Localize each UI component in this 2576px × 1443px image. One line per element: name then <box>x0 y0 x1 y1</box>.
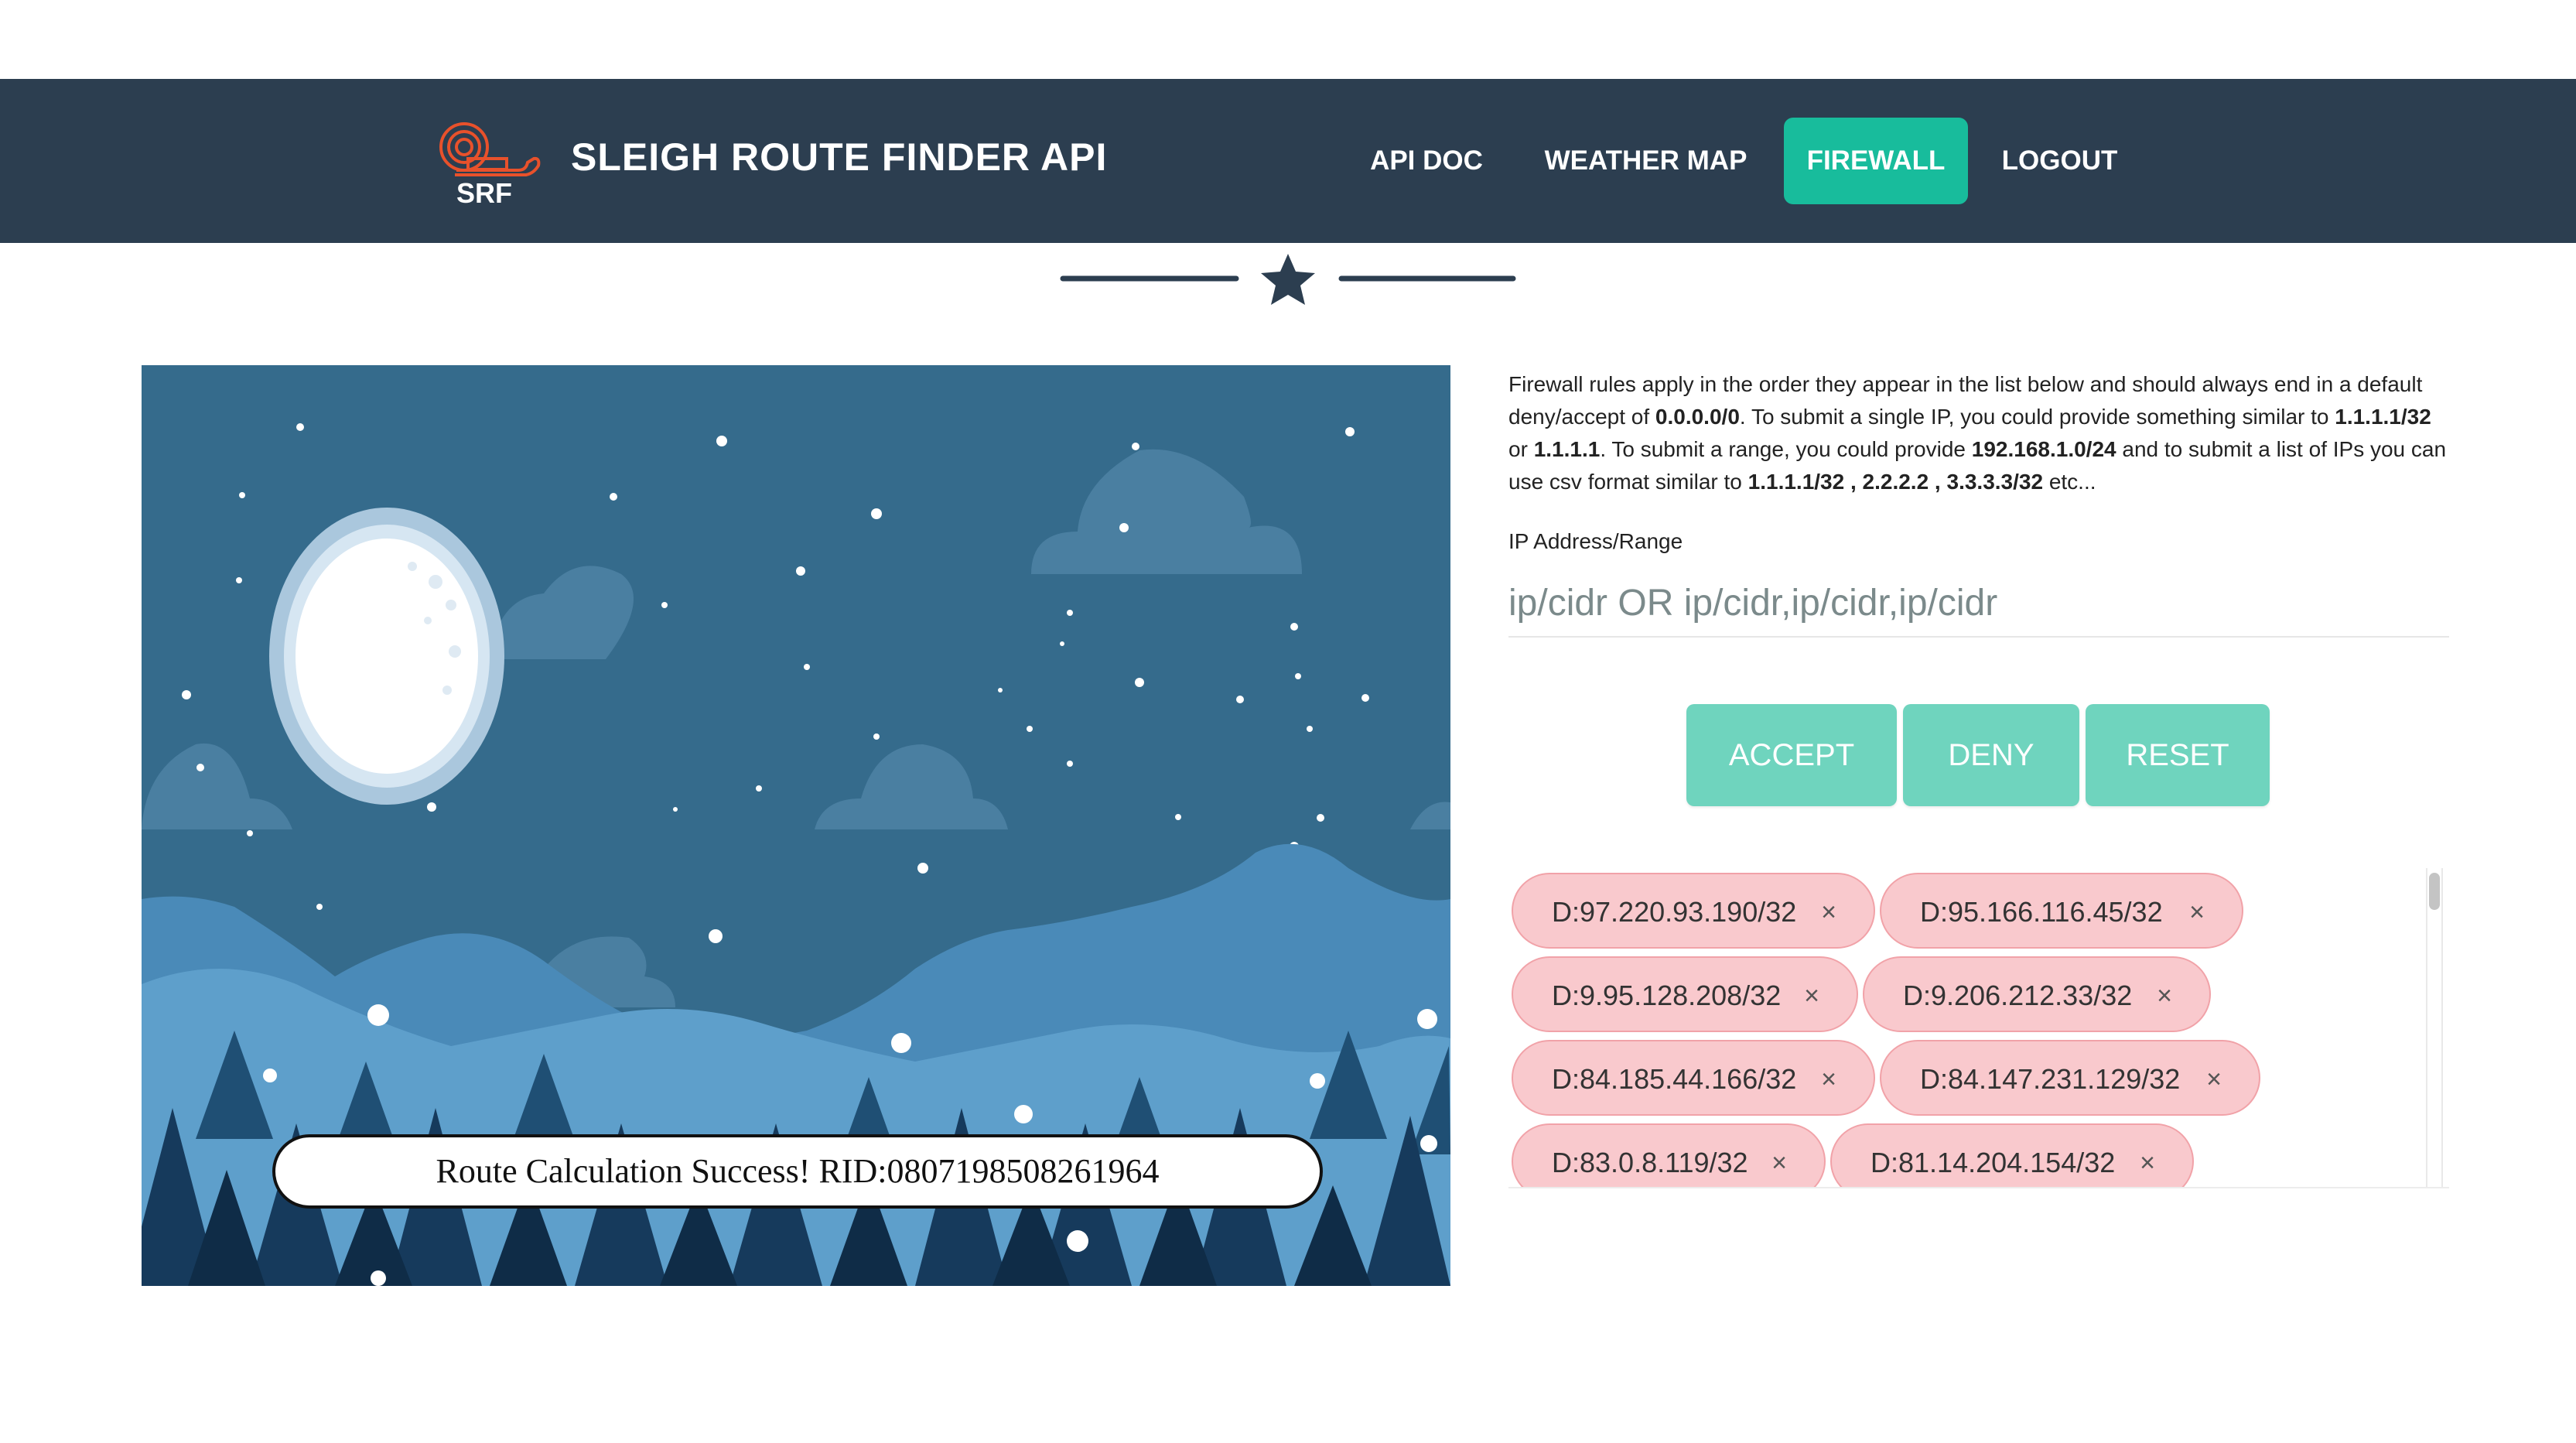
instruction-text-part: 1.1.1.1/32 <box>2335 405 2431 429</box>
nav-api-doc[interactable]: API DOC <box>1355 118 1498 204</box>
srf-logo[interactable]: SRF <box>433 116 572 210</box>
route-success-banner: Route Calculation Success! RID:080719850… <box>272 1134 1323 1209</box>
rule-tag-label: D:84.185.44.166/32 <box>1552 1063 1797 1095</box>
rules-scrollbar-thumb[interactable] <box>2429 873 2440 910</box>
app-brand-title[interactable]: SLEIGH ROUTE FINDER API <box>571 135 1107 180</box>
rule-tag-label: D:9.95.128.208/32 <box>1552 980 1782 1011</box>
remove-rule-icon[interactable]: × <box>2140 1125 2155 1187</box>
remove-rule-icon[interactable]: × <box>1804 958 1819 1034</box>
instruction-text-part: etc... <box>2043 470 2096 494</box>
rules-scrollbar[interactable] <box>2426 868 2443 1187</box>
rule-tag-label: D:97.220.93.190/32 <box>1552 896 1797 928</box>
rule-tag-label: D:84.147.231.129/32 <box>1920 1063 2181 1095</box>
rule-tag-label: D:81.14.204.154/32 <box>1871 1147 2116 1178</box>
ip-field-label: IP Address/Range <box>1508 529 1683 553</box>
remove-rule-icon[interactable]: × <box>2157 958 2172 1034</box>
instruction-text-part: 1.1.1.1 <box>1533 437 1601 461</box>
remove-rule-icon[interactable]: × <box>2206 1041 2222 1117</box>
rule-tag: D:9.206.212.33/32 × <box>1863 956 2211 1032</box>
instruction-text-part: 1.1.1.1/32 , 2.2.2.2 , 3.3.3.3/32 <box>1748 470 2044 494</box>
accept-button[interactable]: ACCEPT <box>1686 704 1897 806</box>
rule-tag: D:95.166.116.45/32 × <box>1880 873 2243 949</box>
star-icon <box>1261 254 1315 305</box>
deny-button[interactable]: DENY <box>1903 704 2079 806</box>
remove-rule-icon[interactable]: × <box>2189 874 2205 950</box>
instruction-text-part: 192.168.1.0/24 <box>1971 437 2116 461</box>
top-navbar: SRF SLEIGH ROUTE FINDER API API DOC WEAT… <box>0 79 2576 243</box>
instruction-text-part: . To submit a range, you could provide <box>1600 437 1972 461</box>
nav-firewall[interactable]: FIREWALL <box>1784 118 1968 204</box>
reset-button[interactable]: RESET <box>2086 704 2270 806</box>
nav-weather-map[interactable]: WEATHER MAP <box>1536 118 1756 204</box>
rule-tag: D:84.147.231.129/32 × <box>1880 1040 2260 1116</box>
svg-text:SRF: SRF <box>456 177 512 209</box>
instruction-text-part: . To submit a single IP, you could provi… <box>1739 405 2335 429</box>
rule-tag-label: D:95.166.116.45/32 <box>1920 896 2163 928</box>
firewall-instructions: Firewall rules apply in the order they a… <box>1508 368 2449 498</box>
rule-tag: D:9.95.128.208/32 × <box>1512 956 1858 1032</box>
section-divider <box>1060 254 1516 308</box>
remove-rule-icon[interactable]: × <box>1821 874 1836 950</box>
rule-tag-label: D:83.0.8.119/32 <box>1552 1147 1748 1178</box>
rule-tag: D:97.220.93.190/32 × <box>1512 873 1875 949</box>
remove-rule-icon[interactable]: × <box>1821 1041 1836 1117</box>
rule-tag: D:83.0.8.119/32 × <box>1512 1123 1826 1187</box>
remove-rule-icon[interactable]: × <box>1771 1125 1787 1187</box>
instruction-text-part: 0.0.0.0/0 <box>1655 405 1740 429</box>
rule-tag: D:84.185.44.166/32 × <box>1512 1040 1875 1116</box>
sleigh-logo-icon: SRF <box>439 122 541 209</box>
nav-logout[interactable]: LOGOUT <box>1996 118 2123 204</box>
rule-tag-label: D:9.206.212.33/32 <box>1903 980 2133 1011</box>
firewall-rules-list[interactable]: D:97.220.93.190/32 × D:95.166.116.45/32 … <box>1508 868 2449 1188</box>
ip-address-input[interactable] <box>1508 569 2449 638</box>
instruction-text-part: or <box>1508 437 1534 461</box>
rule-tag: D:81.14.204.154/32 × <box>1830 1123 2194 1187</box>
